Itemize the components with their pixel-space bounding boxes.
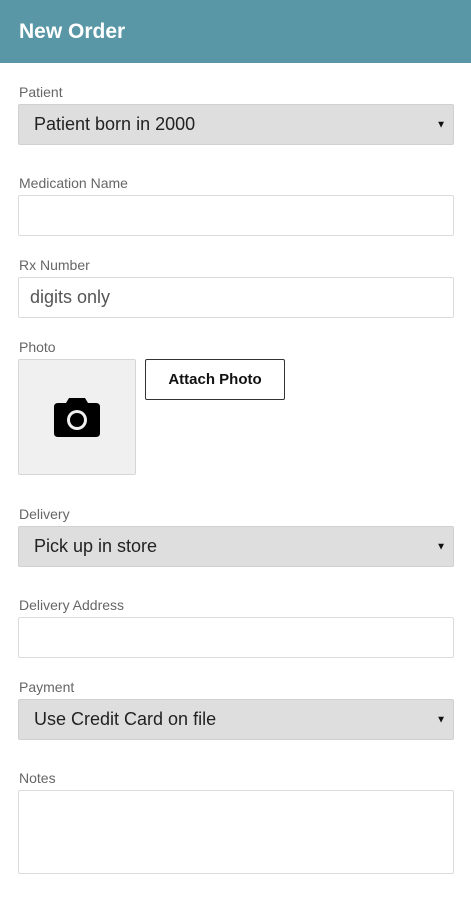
medication-label: Medication Name [19, 175, 128, 191]
notes-textarea[interactable] [18, 790, 454, 874]
medication-name-input[interactable] [18, 195, 454, 236]
payment-select[interactable]: Use Credit Card on file ▼ [18, 699, 454, 740]
notes-label: Notes [19, 770, 56, 786]
patient-label: Patient [19, 84, 63, 100]
app-header: New Order [0, 0, 471, 63]
payment-label: Payment [19, 679, 75, 695]
delivery-address-label: Delivery Address [19, 597, 125, 613]
delivery-label: Delivery [19, 506, 70, 522]
rx-number-input[interactable]: digits only [18, 277, 454, 318]
delivery-select-value: Pick up in store [34, 536, 158, 556]
rx-number-label: Rx Number [19, 257, 90, 273]
payment-select-value: Use Credit Card on file [34, 709, 217, 729]
delivery-select[interactable]: Pick up in store ▼ [18, 526, 454, 567]
dropdown-arrow-icon: ▼ [436, 541, 446, 552]
dropdown-arrow-icon: ▼ [436, 714, 446, 725]
dropdown-arrow-icon: ▼ [436, 119, 446, 130]
page-title: New Order [19, 19, 126, 43]
photo-preview[interactable] [18, 359, 136, 475]
rx-number-placeholder: digits only [30, 287, 111, 307]
photo-label: Photo [19, 339, 56, 355]
attach-photo-button[interactable]: Attach Photo [145, 359, 285, 400]
patient-select[interactable]: Patient born in 2000 ▼ [18, 104, 454, 145]
patient-select-value: Patient born in 2000 [34, 114, 196, 134]
camera-icon [54, 398, 100, 437]
delivery-address-input[interactable] [18, 617, 454, 658]
